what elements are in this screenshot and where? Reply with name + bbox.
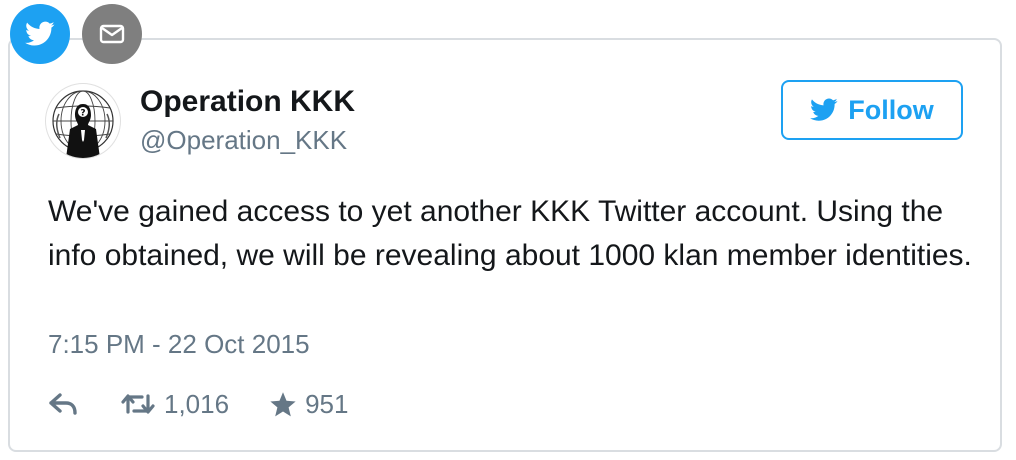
share-twitter-button[interactable] [10, 4, 70, 64]
like-count: 951 [305, 388, 349, 419]
tweet-card: ? Operation KKK @Operation_KKK Follow We… [8, 38, 1002, 452]
retweet-count: 1,016 [164, 388, 230, 419]
tweet-timestamp[interactable]: 7:15 PM - 22 Oct 2015 [48, 328, 310, 360]
avatar[interactable]: ? [46, 84, 120, 158]
display-name[interactable]: Operation KKK [140, 84, 355, 120]
tweet-embed: ? Operation KKK @Operation_KKK Follow We… [0, 0, 1016, 460]
reply-icon [49, 393, 77, 415]
retweet-icon [121, 394, 155, 414]
tweet-text: We've gained access to yet another KKK T… [48, 195, 972, 272]
share-email-button[interactable] [82, 4, 142, 64]
user-handle[interactable]: @Operation_KKK [140, 124, 347, 156]
follow-button-label: Follow [848, 94, 934, 125]
reply-button[interactable] [48, 393, 78, 415]
star-icon [270, 391, 296, 416]
envelope-icon [99, 24, 125, 44]
tweet-actions: 1,016 951 [48, 386, 348, 422]
svg-text:?: ? [80, 109, 85, 119]
twitter-bird-icon [25, 21, 55, 46]
follow-button[interactable]: Follow [781, 80, 963, 140]
twitter-bird-icon [810, 98, 838, 121]
retweet-button[interactable]: 1,016 [120, 389, 229, 420]
anonymous-mask-logo: ? [52, 90, 114, 158]
like-button[interactable]: 951 [269, 389, 348, 420]
